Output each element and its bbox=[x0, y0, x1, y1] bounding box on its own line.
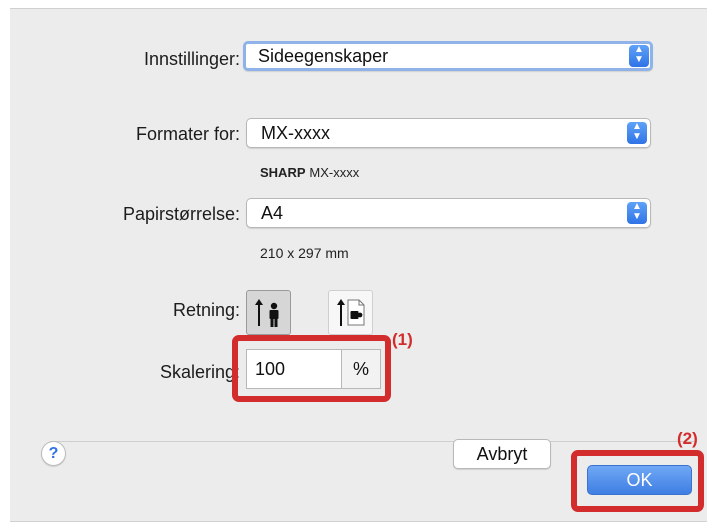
format-for-select[interactable]: MX-xxxx ▲ ▼ bbox=[246, 118, 651, 148]
paper-dimensions: 210 x 297 mm bbox=[260, 245, 349, 261]
scaling-label: Skalering: bbox=[159, 362, 240, 382]
printer-model: MX-xxxx bbox=[309, 165, 360, 180]
help-button[interactable]: ? bbox=[41, 441, 66, 466]
callout-2-label: (2) bbox=[677, 429, 698, 448]
format-for-label: Formater for: bbox=[135, 124, 240, 144]
callout-1-highlight bbox=[232, 335, 391, 402]
callout-2-highlight bbox=[571, 450, 704, 512]
help-icon: ? bbox=[48, 445, 59, 462]
paper-size-value: A4 bbox=[261, 203, 284, 223]
portrait-orientation-button[interactable] bbox=[246, 290, 291, 335]
landscape-orientation-button[interactable] bbox=[328, 290, 373, 335]
button-separator bbox=[50, 441, 695, 442]
portrait-orientation-icon bbox=[255, 299, 279, 327]
page-setup-dialog: Innstillinger: Sideegenskaper ▲ ▼ Formate… bbox=[10, 8, 707, 522]
printer-description: SHARP MX-xxxx bbox=[260, 164, 359, 180]
cancel-button[interactable]: Avbryt bbox=[453, 439, 551, 469]
format-for-value: MX-xxxx bbox=[261, 123, 330, 143]
landscape-orientation-icon bbox=[337, 299, 365, 326]
paper-size-select[interactable]: A4 ▲ ▼ bbox=[246, 198, 651, 228]
chevron-updown-icon: ▲ ▼ bbox=[627, 202, 647, 224]
settings-label: Innstillinger: bbox=[143, 49, 240, 69]
printer-brand: SHARP bbox=[260, 165, 306, 180]
callout-1-label: (1) bbox=[392, 330, 413, 349]
settings-select[interactable]: Sideegenskaper ▲ ▼ bbox=[243, 41, 653, 71]
paper-size-label: Papirstørrelse: bbox=[122, 204, 240, 224]
settings-value: Sideegenskaper bbox=[258, 46, 389, 66]
orientation-label: Retning: bbox=[172, 300, 240, 320]
chevron-updown-icon: ▲ ▼ bbox=[629, 45, 649, 67]
chevron-updown-icon: ▲ ▼ bbox=[627, 122, 647, 144]
